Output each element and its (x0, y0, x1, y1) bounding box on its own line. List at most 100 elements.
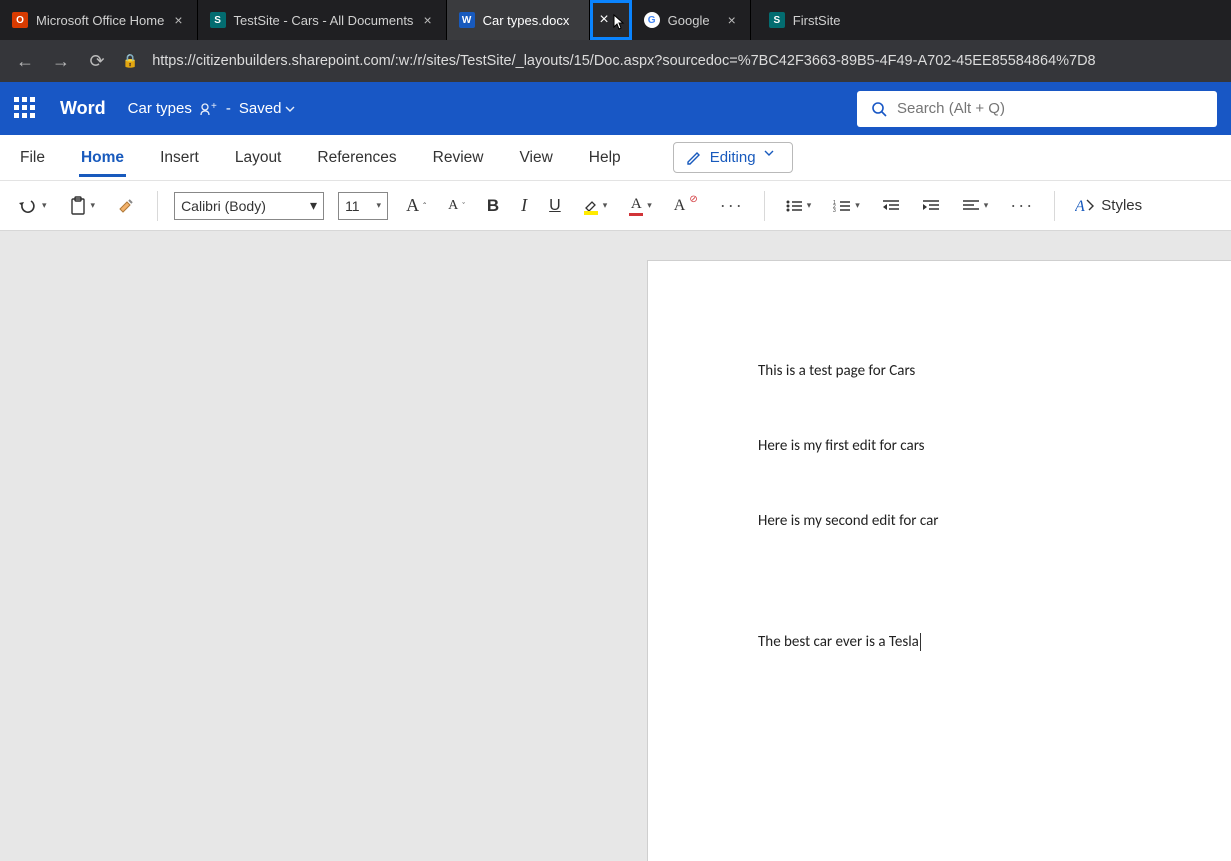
browser-tab-word-doc[interactable]: W Car types.docx (447, 0, 591, 40)
tab-references[interactable]: References (315, 139, 398, 177)
undo-button[interactable]: ▾ (14, 193, 51, 219)
reload-button[interactable]: ⟳ (86, 51, 108, 72)
tab-label: Google (668, 13, 710, 28)
google-icon: G (644, 12, 660, 28)
bullets-button[interactable]: ▾ (781, 195, 816, 217)
saved-status[interactable]: Saved (239, 100, 296, 117)
tab-layout[interactable]: Layout (233, 139, 284, 177)
tab-help[interactable]: Help (587, 139, 623, 177)
tab-home[interactable]: Home (79, 139, 126, 177)
chevron-down-icon (285, 106, 295, 112)
document-title-area: Car types + - Saved (128, 100, 296, 117)
forward-button[interactable]: → (50, 51, 72, 72)
document-page[interactable]: This is a test page for Cars Here is my … (648, 261, 1231, 861)
url-text[interactable]: https://citizenbuilders.sharepoint.com/:… (152, 53, 1217, 69)
align-icon (962, 199, 980, 213)
lock-icon[interactable]: 🔒 (122, 53, 138, 69)
align-button[interactable]: ▾ (958, 195, 993, 217)
underline-button[interactable]: U (545, 193, 565, 219)
font-color-button[interactable]: A ▾ (625, 192, 656, 220)
styles-label: Styles (1101, 197, 1142, 214)
separator (764, 191, 765, 221)
tab-label: TestSite - Cars - All Documents (234, 13, 414, 28)
numbering-icon: 123 (833, 199, 851, 213)
word-title-bar: Word Car types + - Saved (0, 82, 1231, 135)
italic-button[interactable]: I (517, 191, 531, 220)
chevron-down-icon (764, 150, 780, 166)
paragraph[interactable]: Here is my first edit for cars (758, 436, 1231, 457)
undo-icon (18, 197, 38, 215)
browser-tab-sharepoint[interactable]: S TestSite - Cars - All Documents × (198, 0, 447, 40)
more-font-options[interactable]: ··· (716, 191, 748, 220)
share-icon[interactable]: + (200, 102, 218, 116)
svg-text:+: + (211, 102, 217, 112)
tab-close-highlighted[interactable]: × (590, 0, 631, 40)
office-icon: O (12, 12, 28, 28)
document-canvas[interactable]: This is a test page for Cars Here is my … (0, 231, 1231, 691)
tab-review[interactable]: Review (431, 139, 486, 177)
search-box[interactable] (857, 91, 1217, 127)
font-size-value: 11 (345, 198, 360, 214)
tab-insert[interactable]: Insert (158, 139, 201, 177)
clear-formatting-button[interactable]: A⊘ (670, 193, 702, 219)
shrink-font-button[interactable]: Aˇ (444, 194, 469, 218)
paintbrush-icon (117, 197, 137, 215)
close-icon[interactable]: × (172, 12, 184, 28)
document-title[interactable]: Car types (128, 100, 192, 117)
editing-label: Editing (710, 149, 756, 166)
clipboard-icon (69, 196, 87, 216)
browser-tab-office[interactable]: O Microsoft Office Home × (0, 0, 198, 40)
browser-tab-strip: O Microsoft Office Home × S TestSite - C… (0, 0, 1231, 40)
app-brand[interactable]: Word (60, 98, 106, 119)
svg-text:3: 3 (833, 208, 836, 213)
editing-mode-button[interactable]: Editing (673, 142, 793, 173)
sharepoint-icon: S (769, 12, 785, 28)
grow-font-button[interactable]: Aˆ (402, 191, 430, 220)
paragraph[interactable]: The best car ever is a Tesla (758, 632, 1231, 653)
font-size-select[interactable]: 11▾ (338, 192, 388, 220)
ribbon-tabs: File Home Insert Layout References Revie… (0, 135, 1231, 181)
highlight-button[interactable]: ▾ (579, 193, 612, 219)
back-button[interactable]: ← (14, 51, 36, 72)
tab-label: Microsoft Office Home (36, 13, 164, 28)
bold-button[interactable]: B (483, 192, 503, 220)
paragraph[interactable]: This is a test page for Cars (758, 361, 1231, 382)
separator (1054, 191, 1055, 221)
word-icon: W (459, 12, 475, 28)
tab-label: Car types.docx (483, 13, 570, 28)
title-separator: - (226, 100, 231, 117)
cursor-icon (613, 14, 627, 30)
highlighter-icon (583, 197, 599, 211)
more-paragraph-options[interactable]: ··· (1006, 191, 1038, 220)
pencil-icon (686, 150, 702, 166)
format-painter-button[interactable] (113, 193, 141, 219)
numbering-button[interactable]: 123▾ (829, 195, 864, 217)
font-family-select[interactable]: Calibri (Body)▾ (174, 192, 324, 220)
decrease-indent-button[interactable] (878, 195, 904, 217)
styles-button[interactable]: A Styles (1071, 193, 1146, 219)
browser-tab-google[interactable]: G Google × (632, 0, 751, 40)
close-icon[interactable]: × (599, 11, 608, 29)
tab-label: FirstSite (793, 13, 841, 28)
browser-address-bar: ← → ⟳ 🔒 https://citizenbuilders.sharepoi… (0, 40, 1231, 82)
text-cursor (919, 633, 921, 651)
search-icon (871, 101, 887, 117)
bullets-icon (785, 199, 803, 213)
app-launcher-icon[interactable] (14, 97, 38, 121)
styles-icon: A (1075, 197, 1097, 215)
sharepoint-icon: S (210, 12, 226, 28)
browser-tab-firstsite[interactable]: S FirstSite (757, 0, 853, 40)
svg-text:A: A (1075, 198, 1085, 215)
tab-view[interactable]: View (517, 139, 554, 177)
close-icon[interactable]: × (421, 12, 433, 28)
indent-icon (922, 199, 940, 213)
close-icon[interactable]: × (726, 12, 738, 28)
ribbon-toolbar: ▾ ▾ Calibri (Body)▾ 11▾ Aˆ Aˇ B I U ▾ A … (0, 181, 1231, 231)
tab-file[interactable]: File (18, 139, 47, 177)
search-input[interactable] (897, 100, 1203, 117)
paragraph[interactable]: Here is my second edit for car (758, 511, 1231, 532)
saved-label: Saved (239, 100, 282, 117)
increase-indent-button[interactable] (918, 195, 944, 217)
separator (157, 191, 158, 221)
paste-button[interactable]: ▾ (65, 192, 100, 220)
